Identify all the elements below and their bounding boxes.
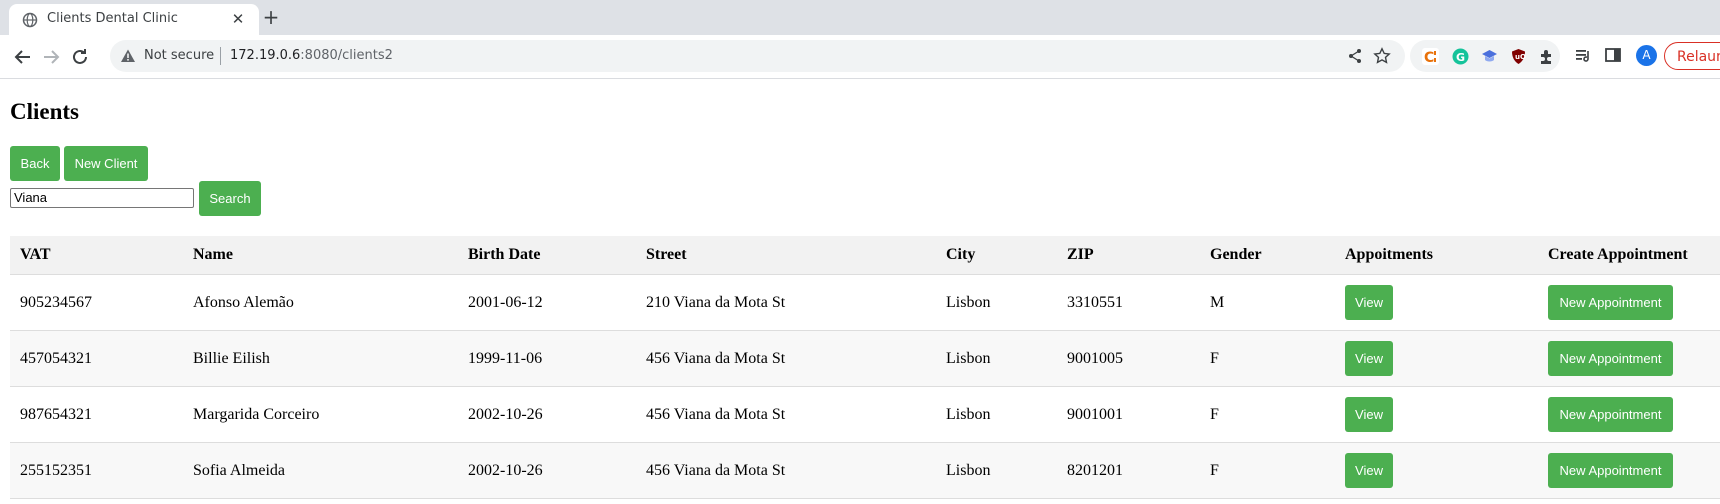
cell-name: Billie Eilish	[183, 330, 458, 387]
url-text: 172.19.0.6:8080/clients2	[230, 48, 393, 63]
cell-appointments: View	[1335, 386, 1538, 443]
column-header-city: City	[936, 236, 1057, 275]
cell-appointments: View	[1335, 274, 1538, 331]
table-row: 905234567 Afonso Alemão 2001-06-12 210 V…	[10, 274, 1720, 331]
cell-zip: 9001005	[1057, 330, 1200, 387]
cell-vat: 457054321	[10, 330, 183, 387]
cell-street: 456 Viana da Mota St	[636, 330, 936, 387]
browser-tabstrip: Clients Dental Clinic ✕ +	[0, 0, 1720, 35]
column-header-gender: Gender	[1200, 236, 1335, 275]
security-status[interactable]: Not secure	[144, 48, 214, 63]
cell-street: 456 Viana da Mota St	[636, 386, 936, 443]
new-appointment-button[interactable]: New Appointment	[1548, 341, 1673, 376]
cell-gender: F	[1200, 386, 1335, 443]
cell-gender: M	[1200, 274, 1335, 331]
new-appointment-button[interactable]: New Appointment	[1548, 397, 1673, 432]
cell-zip: 9001001	[1057, 386, 1200, 443]
page-title: Clients	[10, 99, 79, 124]
cell-city: Lisbon	[936, 386, 1057, 443]
back-arrow-icon[interactable]	[11, 45, 35, 69]
url-host: 172.19.0.6	[230, 48, 301, 63]
cell-street: 210 Viana da Mota St	[636, 274, 936, 331]
omnibox-divider	[220, 47, 221, 65]
extensions-group: C G uO	[1410, 40, 1560, 72]
relaunch-button[interactable]: Relaunch	[1664, 42, 1720, 70]
search-input[interactable]: Viana	[10, 188, 194, 208]
svg-text:uO: uO	[1515, 53, 1526, 61]
extension-c-icon[interactable]: C	[1422, 48, 1439, 66]
svg-text:C: C	[1424, 50, 1434, 65]
graduation-cap-icon[interactable]	[1481, 48, 1498, 65]
column-header-create-appointment: Create Appointment	[1538, 236, 1720, 275]
table-row: 987654321 Margarida Corceiro 2002-10-26 …	[10, 386, 1720, 443]
table-row: 457054321 Billie Eilish 1999-11-06 456 V…	[10, 330, 1720, 387]
grammarly-icon[interactable]: G	[1452, 48, 1469, 65]
cell-vat: 905234567	[10, 274, 183, 331]
cell-birth-date: 1999-11-06	[458, 330, 636, 387]
search-button[interactable]: Search	[199, 181, 261, 216]
ublock-shield-icon[interactable]: uO	[1510, 48, 1527, 65]
table-row: 255152351 Sofia Almeida 2002-10-26 456 V…	[10, 442, 1720, 499]
clients-table: VAT Name Birth Date Street City ZIP Gend…	[10, 236, 1720, 499]
cell-street: 456 Viana da Mota St	[636, 442, 936, 499]
column-header-zip: ZIP	[1057, 236, 1200, 275]
cell-city: Lisbon	[936, 330, 1057, 387]
view-appointments-button[interactable]: View	[1345, 397, 1393, 432]
table-header-row: VAT Name Birth Date Street City ZIP Gend…	[10, 236, 1720, 275]
cell-name: Sofia Almeida	[183, 442, 458, 499]
cell-birth-date: 2002-10-26	[458, 442, 636, 499]
column-header-appointments: Appoitments	[1335, 236, 1538, 275]
tab-title: Clients Dental Clinic	[47, 11, 178, 26]
bookmark-star-icon[interactable]	[1373, 47, 1391, 65]
new-tab-icon[interactable]: +	[260, 6, 282, 28]
cell-city: Lisbon	[936, 442, 1057, 499]
cell-zip: 3310551	[1057, 274, 1200, 331]
warning-icon	[120, 48, 136, 64]
new-client-button[interactable]: New Client	[64, 146, 148, 181]
cell-gender: F	[1200, 330, 1335, 387]
cell-birth-date: 2002-10-26	[458, 386, 636, 443]
svg-text:G: G	[1456, 51, 1465, 64]
address-bar[interactable]: Not secure 172.19.0.6:8080/clients2	[110, 40, 1405, 72]
cell-vat: 255152351	[10, 442, 183, 499]
cell-appointments: View	[1335, 442, 1538, 499]
profile-avatar[interactable]: A	[1636, 45, 1657, 66]
new-appointment-button[interactable]: New Appointment	[1548, 453, 1673, 488]
back-button[interactable]: Back	[10, 146, 60, 181]
cell-zip: 8201201	[1057, 442, 1200, 499]
cell-create-appointment: New Appointment	[1538, 386, 1720, 443]
column-header-name: Name	[183, 236, 458, 275]
cell-name: Margarida Corceiro	[183, 386, 458, 443]
cell-create-appointment: New Appointment	[1538, 274, 1720, 331]
puzzle-icon[interactable]	[1538, 48, 1555, 65]
globe-icon	[22, 12, 38, 28]
view-appointments-button[interactable]: View	[1345, 285, 1393, 320]
close-tab-icon[interactable]: ✕	[229, 10, 247, 28]
view-appointments-button[interactable]: View	[1345, 341, 1393, 376]
reading-list-icon[interactable]	[1573, 45, 1593, 65]
column-header-vat: VAT	[10, 236, 183, 275]
cell-birth-date: 2001-06-12	[458, 274, 636, 331]
new-appointment-button[interactable]: New Appointment	[1548, 285, 1673, 320]
reload-icon[interactable]	[68, 45, 92, 69]
cell-appointments: View	[1335, 330, 1538, 387]
url-path: :8080/clients2	[300, 48, 393, 63]
cell-city: Lisbon	[936, 274, 1057, 331]
view-appointments-button[interactable]: View	[1345, 453, 1393, 488]
column-header-birth-date: Birth Date	[458, 236, 636, 275]
browser-tab[interactable]: Clients Dental Clinic ✕	[9, 4, 259, 35]
cell-create-appointment: New Appointment	[1538, 442, 1720, 499]
cell-create-appointment: New Appointment	[1538, 330, 1720, 387]
side-panel-icon[interactable]	[1603, 45, 1623, 65]
cell-name: Afonso Alemão	[183, 274, 458, 331]
cell-gender: F	[1200, 442, 1335, 499]
column-header-street: Street	[636, 236, 936, 275]
cell-vat: 987654321	[10, 386, 183, 443]
share-icon[interactable]	[1347, 48, 1363, 64]
forward-arrow-icon[interactable]	[39, 45, 63, 69]
